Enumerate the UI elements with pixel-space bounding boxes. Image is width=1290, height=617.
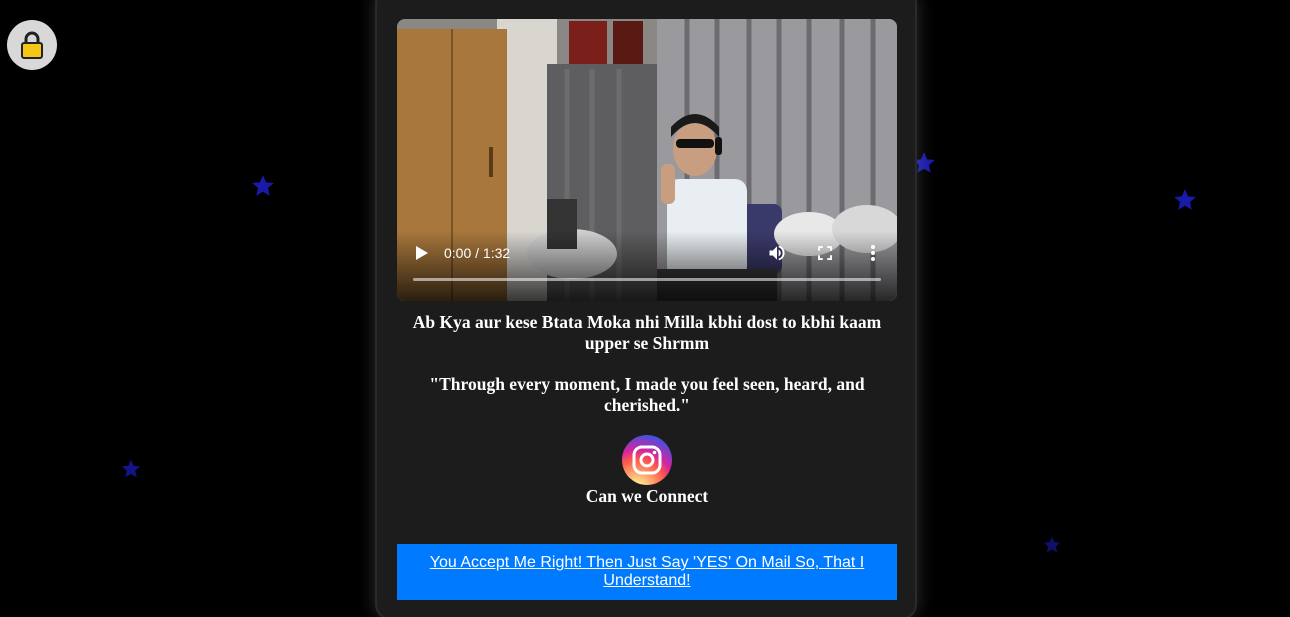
content-card: 0:00 / 1:32 Ab Kya aur kese Btata Moka n… [375,0,917,617]
video-controls: 0:00 / 1:32 [397,231,897,301]
lock-button[interactable] [7,20,57,70]
message-text: Ab Kya aur kese Btata Moka nhi Milla kbh… [412,312,882,353]
accept-mail-button[interactable]: You Accept Me Right! Then Just Say 'YES'… [397,544,897,600]
more-options-icon[interactable] [865,244,881,262]
video-time: 0:00 / 1:32 [444,245,511,261]
star-icon [121,459,141,478]
star-icon [252,175,274,196]
video-progress-bar[interactable] [413,278,881,281]
star-icon [1043,536,1061,553]
video-player[interactable]: 0:00 / 1:32 [397,19,897,301]
play-icon[interactable] [412,244,430,262]
connect-label: Can we Connect [585,486,709,506]
lock-icon [21,31,43,59]
volume-icon[interactable] [767,243,787,263]
star-icon [1174,189,1196,210]
page: 0:00 / 1:32 Ab Kya aur kese Btata Moka n… [0,0,1290,617]
instagram-link[interactable] [622,435,672,485]
fullscreen-icon[interactable] [816,244,834,262]
instagram-icon [632,445,662,475]
accept-mail-label: You Accept Me Right! Then Just Say 'YES'… [429,554,865,589]
quote-text: "Through every moment, I made you feel s… [429,374,865,415]
